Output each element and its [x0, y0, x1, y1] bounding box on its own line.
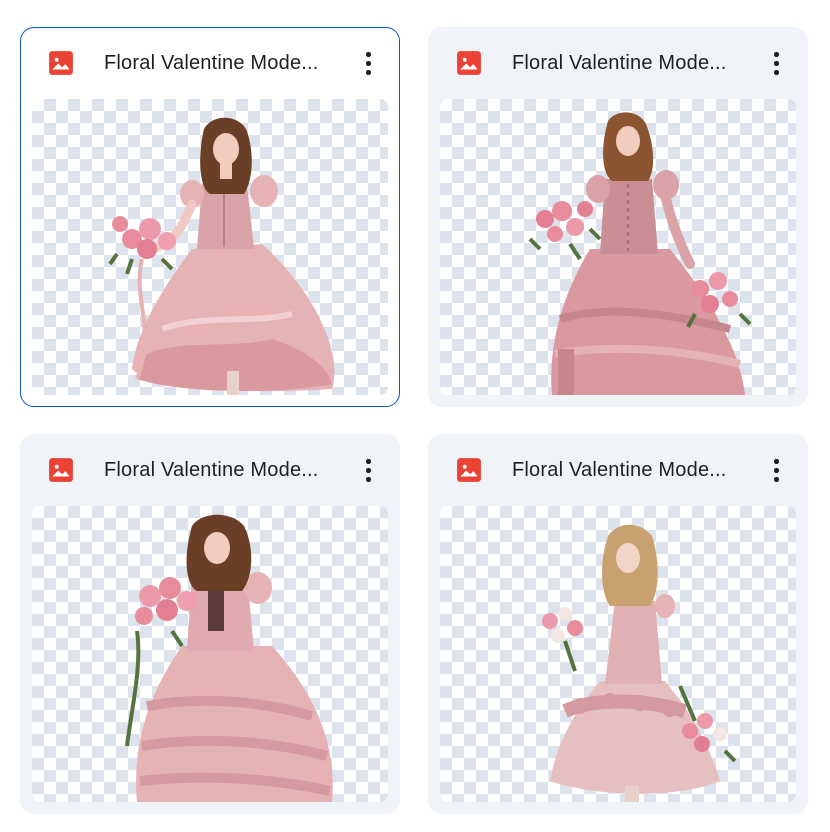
file-card-2[interactable]: Floral Valentine Mode...: [428, 27, 808, 407]
more-actions-button[interactable]: [758, 452, 794, 488]
model-in-pink-gown-image: [542, 524, 737, 802]
file-card-header: Floral Valentine Mode...: [20, 434, 400, 506]
model-in-pink-gown-image: [125, 514, 333, 802]
file-card-4[interactable]: Floral Valentine Mode...: [428, 434, 808, 814]
file-thumbnail[interactable]: [440, 506, 796, 802]
more-vert-icon: [366, 459, 371, 464]
more-vert-icon: [774, 459, 779, 464]
more-actions-button[interactable]: [350, 45, 386, 81]
file-thumbnail[interactable]: [32, 506, 388, 802]
file-thumbnail[interactable]: [32, 99, 388, 395]
file-card-header: Floral Valentine Mode...: [428, 27, 808, 99]
file-name[interactable]: Floral Valentine Mode...: [104, 456, 340, 484]
more-actions-button[interactable]: [758, 45, 794, 81]
image-file-icon: [49, 458, 73, 482]
more-vert-icon: [366, 52, 371, 57]
file-name[interactable]: Floral Valentine Mode...: [512, 456, 748, 484]
model-in-pink-gown-image: [108, 117, 335, 395]
file-card-1[interactable]: Floral Valentine Mode...: [20, 27, 400, 407]
file-name[interactable]: Floral Valentine Mode...: [104, 49, 340, 77]
more-vert-icon: [774, 52, 779, 57]
file-card-header: Floral Valentine Mode...: [21, 28, 399, 100]
image-file-icon: [457, 51, 481, 75]
model-in-pink-gown-image: [528, 112, 752, 395]
file-card-3[interactable]: Floral Valentine Mode...: [20, 434, 400, 814]
file-card-header: Floral Valentine Mode...: [428, 434, 808, 506]
image-file-icon: [457, 458, 481, 482]
file-name[interactable]: Floral Valentine Mode...: [512, 49, 748, 77]
more-actions-button[interactable]: [350, 452, 386, 488]
file-thumbnail[interactable]: [440, 99, 796, 395]
image-file-icon: [49, 51, 73, 75]
